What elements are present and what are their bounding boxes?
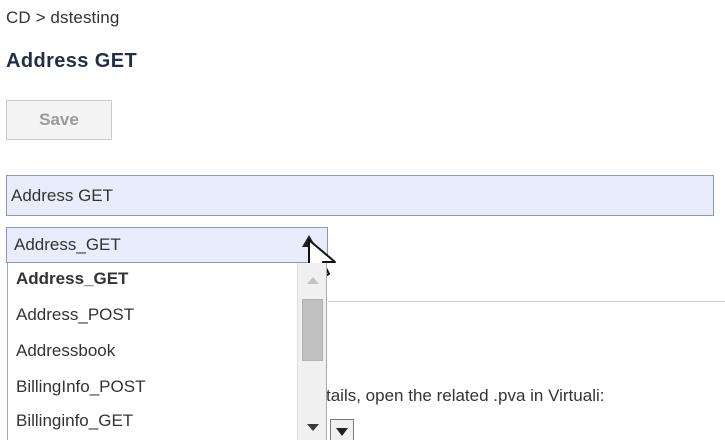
help-text: tails, open the related .pva in Virtuali…: [326, 386, 605, 405]
scroll-down-arrow-icon[interactable]: [307, 424, 319, 431]
scroll-up-arrow-icon[interactable]: [307, 277, 319, 284]
section-divider: [328, 301, 725, 302]
options-scrollbar[interactable]: [297, 263, 326, 440]
list-item[interactable]: Addressbook: [16, 341, 115, 361]
address-get-page: CD > dstesting Address GET Save Address_…: [0, 0, 725, 440]
breadcrumb[interactable]: CD > dstesting: [6, 8, 119, 28]
service-options-list[interactable]: Address_GET Address_POST Addressbook Bil…: [7, 263, 327, 440]
page-title: Address GET: [6, 50, 138, 72]
list-item[interactable]: Billinginfo_GET: [16, 411, 133, 431]
selected-service-value: Address_GET: [14, 235, 121, 254]
save-button[interactable]: Save: [6, 100, 112, 140]
scrollbar-thumb[interactable]: [302, 299, 323, 361]
caret-down-icon[interactable]: [330, 419, 354, 440]
service-select[interactable]: Address_GET: [6, 227, 328, 263]
name-input[interactable]: [6, 175, 714, 216]
list-item[interactable]: BillingInfo_POST: [16, 377, 145, 397]
list-item[interactable]: Address_GET: [16, 269, 128, 289]
list-item[interactable]: Address_POST: [16, 305, 134, 325]
